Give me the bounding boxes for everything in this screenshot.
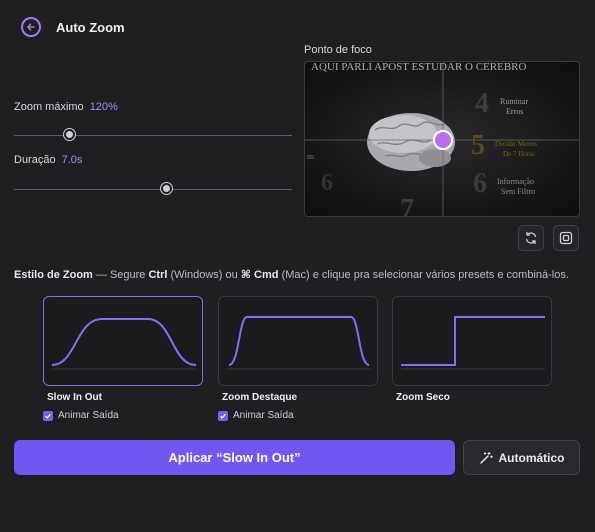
- preview-top-text: AQUI PARLI APOST ESTUDAR O CEREBRO: [311, 62, 527, 73]
- frame-icon: [559, 231, 573, 245]
- slow-in-out-curve: [51, 318, 197, 370]
- zoom-max-text: Zoom máximo: [14, 101, 84, 113]
- duration-text: Duração: [14, 154, 56, 166]
- preview-num-5: 5: [471, 130, 485, 161]
- arrow-left-circle-icon: [27, 23, 35, 31]
- zoom-destaque-curve: [227, 316, 371, 370]
- preview-num-left: 6: [321, 170, 333, 196]
- animate-exit-label: Animar Saída: [233, 410, 294, 421]
- automatic-button[interactable]: Automático: [463, 440, 580, 475]
- focus-point-label: Ponto de foco: [304, 44, 372, 56]
- preset-name-zoom-destaque: Zoom Destaque: [222, 392, 298, 403]
- heading-text-2: (Windows) ou: [167, 269, 241, 281]
- preset-name-slow-in-out: Slow In Out: [47, 392, 102, 403]
- page-title: Auto Zoom: [56, 20, 125, 35]
- zoom-style-title: Estilo de Zoom: [14, 269, 93, 281]
- duration-label: Duração 7.0s: [14, 154, 82, 166]
- zoom-max-value: 120%: [89, 101, 118, 113]
- frame-focus-button[interactable]: [553, 225, 579, 251]
- preview-item6-line2: Sem Filtro: [501, 187, 535, 196]
- preview-left-fragment: ns: [307, 152, 314, 161]
- preview-num-4: 4: [475, 88, 489, 119]
- zoom-max-track: [14, 135, 292, 136]
- preset-name-zoom-seco: Zoom Seco: [396, 392, 450, 403]
- preview-num-6: 6: [473, 168, 487, 199]
- focus-preview[interactable]: AQUI PARLI APOST ESTUDAR O CEREBRO 4 Rum…: [304, 61, 580, 217]
- zoom-seco-curve: [401, 316, 545, 370]
- checkbox-checked-icon[interactable]: [43, 410, 53, 421]
- duration-slider[interactable]: [14, 181, 292, 197]
- preview-num-7: 7: [400, 194, 414, 217]
- animate-exit-checkbox-slow-in-out[interactable]: Animar Saída: [43, 410, 119, 421]
- preview-item6-line1: Informação: [497, 177, 534, 186]
- key-cmd: ⌘ Cmd: [240, 269, 279, 281]
- duration-value: 7.0s: [61, 154, 83, 166]
- checkbox-checked-icon[interactable]: [218, 410, 228, 421]
- apply-preset-button[interactable]: Aplicar “Slow In Out”: [14, 440, 455, 475]
- heading-text-1: — Segure: [92, 269, 149, 281]
- preset-card-slow-in-out[interactable]: [43, 296, 203, 386]
- automatic-label: Automático: [498, 450, 565, 465]
- duration-thumb[interactable]: [161, 183, 173, 194]
- zoom-max-label: Zoom máximo 120%: [14, 101, 118, 113]
- zoom-max-slider[interactable]: [14, 127, 292, 143]
- preview-item5-line1: Decidir Menos: [495, 140, 537, 148]
- reset-focus-button[interactable]: [518, 225, 544, 251]
- focus-preview-image: AQUI PARLI APOST ESTUDAR O CEREBRO 4 Rum…: [305, 62, 579, 217]
- preview-item4-line2: Erros: [506, 107, 523, 116]
- key-ctrl: Ctrl: [148, 269, 168, 281]
- preset-card-zoom-destaque[interactable]: [218, 296, 378, 386]
- zoom-max-thumb[interactable]: [64, 129, 76, 140]
- heading-text-3: (Mac) e clique pra selecionar vários pre…: [278, 269, 569, 281]
- preset-card-zoom-seco[interactable]: [392, 296, 552, 386]
- duration-track: [14, 189, 292, 190]
- focus-point-handle[interactable]: [433, 130, 453, 150]
- preview-item5-line2: De 7 Horas: [503, 150, 535, 158]
- preview-item4-line1: Ruminar: [500, 97, 528, 106]
- back-button[interactable]: [21, 17, 41, 37]
- animate-exit-label: Animar Saída: [58, 410, 119, 421]
- zoom-style-heading: Estilo de Zoom — Segure Ctrl (Windows) o…: [14, 268, 569, 281]
- magic-wand-icon: [479, 451, 493, 464]
- animate-exit-checkbox-zoom-destaque[interactable]: Animar Saída: [218, 410, 294, 421]
- refresh-icon: [525, 231, 537, 245]
